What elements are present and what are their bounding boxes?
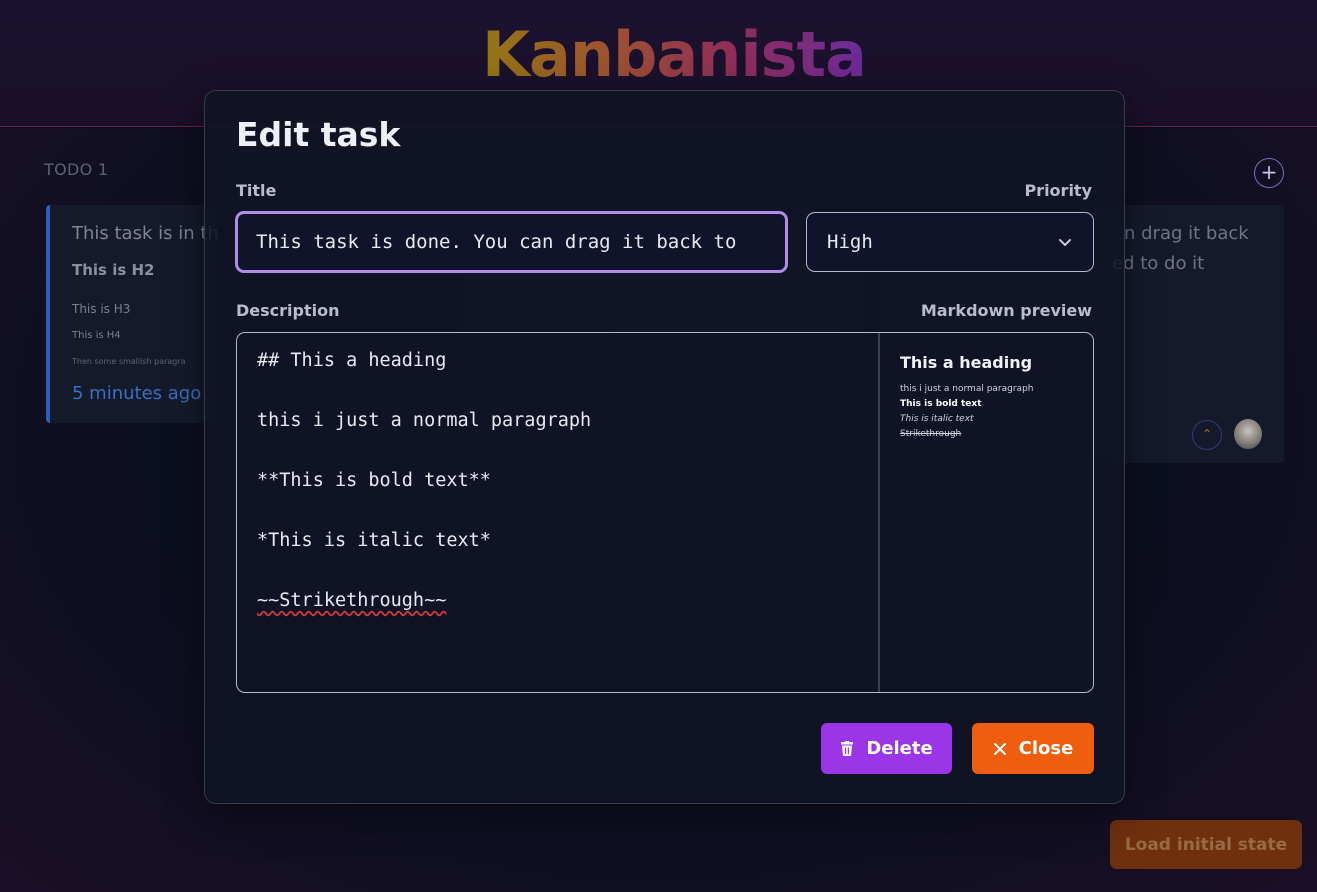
chevron-down-icon <box>1059 239 1071 246</box>
card-h3: This is H3 <box>72 302 131 316</box>
delete-label: Delete <box>866 738 933 759</box>
card-h4: This is H4 <box>72 330 121 341</box>
description-label: Description <box>236 301 340 320</box>
card-timestamp: 5 minutes ago <box>72 383 202 404</box>
close-icon <box>993 742 1006 755</box>
description-line: this i just a normal paragraph <box>257 410 592 431</box>
preview-label: Markdown preview <box>920 301 1092 320</box>
modal-title: Edit task <box>236 115 401 154</box>
priority-value: High <box>827 231 873 253</box>
card-h2: This is H2 <box>72 261 155 279</box>
card-title-line: n drag it back <box>1124 223 1249 244</box>
description-editor: ## This a heading this i just a normal p… <box>236 332 1094 693</box>
column-title-todo[interactable]: TODO 1 <box>44 160 108 179</box>
description-line: **This is bold text** <box>257 470 491 491</box>
description-line: *This is italic text* <box>257 530 491 551</box>
task-card[interactable]: This task is in th This is H2 This is H3… <box>46 205 219 423</box>
card-paragraph: Then some smallish paragra <box>72 357 186 366</box>
close-button[interactable]: Close <box>972 723 1094 774</box>
load-initial-state-button[interactable]: Load initial state <box>1110 820 1302 869</box>
preview-strikethrough: Strikethrough <box>900 429 962 439</box>
title-input-value: This task is done. You can drag it back … <box>256 231 737 253</box>
title-label: Title <box>236 181 277 200</box>
title-input[interactable]: This task is done. You can drag it back … <box>235 211 788 273</box>
description-textarea[interactable]: ## This a heading this i just a normal p… <box>237 333 880 692</box>
description-line: ~~Strikethrough~~ <box>257 589 858 649</box>
trash-icon <box>841 740 854 756</box>
delete-button[interactable]: Delete <box>821 723 952 774</box>
close-label: Close <box>1018 738 1074 759</box>
markdown-preview: This a heading this i just a normal para… <box>900 353 1080 442</box>
avatar <box>1234 419 1262 449</box>
task-card[interactable]: n drag it back ed to do it ⌃ <box>1110 205 1284 463</box>
card-title-line: ed to do it <box>1112 253 1205 274</box>
edit-task-modal: Edit task Title Priority This task is do… <box>204 90 1125 804</box>
description-line: ## This a heading <box>257 350 447 371</box>
priority-select[interactable]: High <box>806 212 1094 272</box>
priority-label: Priority <box>1024 181 1092 200</box>
preview-paragraph: this i just a normal paragraph <box>900 384 1034 394</box>
spellcheck-word: ~~Strikethrough~~ <box>257 590 447 611</box>
preview-italic: This is italic text <box>900 414 974 424</box>
priority-up-icon[interactable]: ⌃ <box>1192 420 1222 450</box>
preview-bold: This is bold text <box>900 399 982 409</box>
app-logo: Kanbanista <box>482 18 867 91</box>
card-title: This task is in th <box>72 223 219 244</box>
add-column-button[interactable]: + <box>1254 158 1284 188</box>
preview-heading: This a heading <box>900 353 1033 372</box>
